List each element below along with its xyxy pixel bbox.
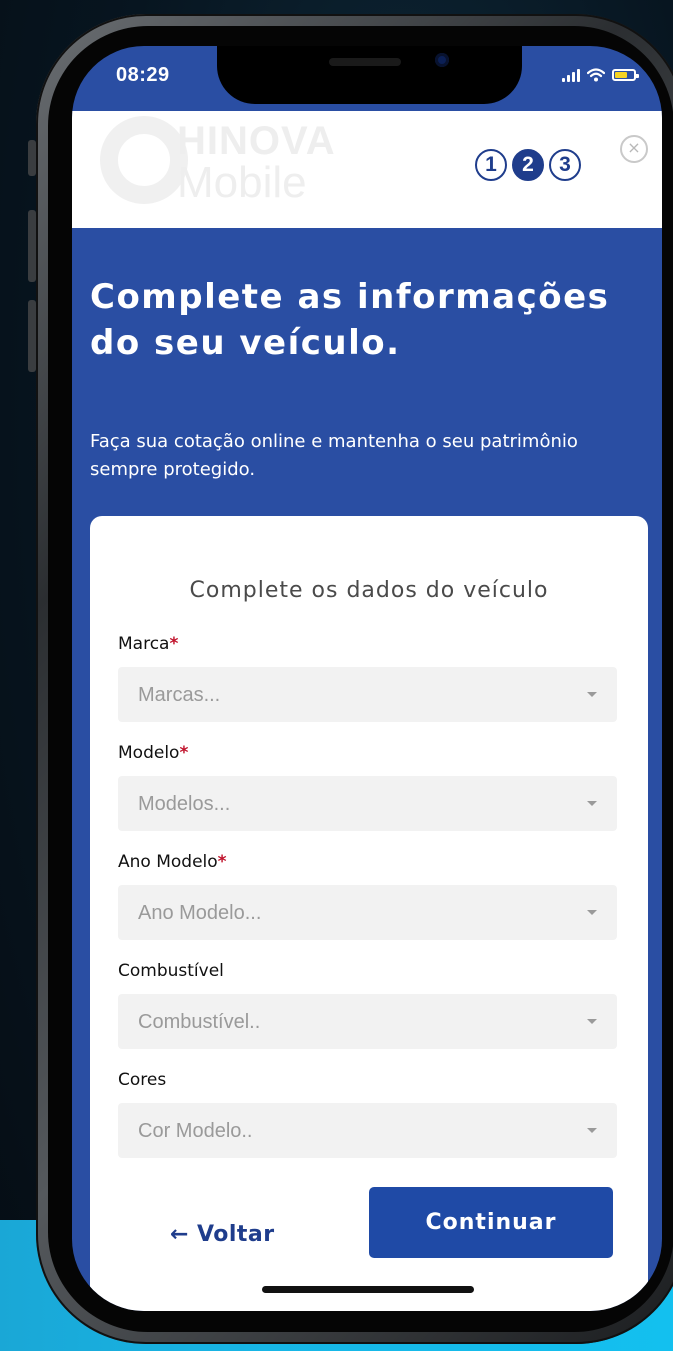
ano-modelo-placeholder: Ano Modelo... bbox=[138, 902, 262, 924]
required-mark: * bbox=[217, 852, 227, 872]
chevron-down-icon bbox=[587, 1128, 597, 1133]
signal-icon bbox=[562, 68, 580, 82]
volume-down-button bbox=[28, 300, 36, 372]
cores-placeholder: Cor Modelo.. bbox=[138, 1120, 253, 1142]
chevron-down-icon bbox=[587, 910, 597, 915]
combustivel-label: Combustível bbox=[118, 961, 224, 981]
wifi-icon bbox=[587, 68, 605, 82]
status-icons bbox=[562, 68, 639, 82]
page-subtitle: Faça sua cotação online e mantenha o seu… bbox=[90, 431, 578, 480]
home-indicator bbox=[262, 1286, 474, 1293]
modelo-label: Modelo* bbox=[118, 743, 188, 763]
ano-modelo-label: Ano Modelo* bbox=[118, 852, 227, 872]
cores-select[interactable]: Cor Modelo.. bbox=[118, 1103, 617, 1158]
modelo-label-text: Modelo bbox=[118, 743, 180, 763]
speaker bbox=[329, 58, 401, 66]
notch bbox=[217, 46, 522, 104]
marca-placeholder: Marcas... bbox=[138, 684, 221, 706]
back-button[interactable]: ← Voltar bbox=[170, 1204, 310, 1264]
logo-line2: Mobile bbox=[177, 158, 307, 207]
chevron-down-icon bbox=[587, 692, 597, 697]
arrow-left-icon: ← bbox=[170, 1221, 189, 1247]
back-button-label: Voltar bbox=[196, 1221, 275, 1247]
chevron-down-icon bbox=[587, 801, 597, 806]
marca-label-text: Marca bbox=[118, 634, 170, 654]
combustivel-select[interactable]: Combustível.. bbox=[118, 994, 617, 1049]
cores-label: Cores bbox=[118, 1070, 167, 1090]
step-1: 1 bbox=[475, 149, 507, 181]
volume-up-button bbox=[28, 210, 36, 282]
close-button[interactable]: × bbox=[620, 135, 648, 163]
phone-screen: 08:29 HINOVA Mobile 1 2 3 × Complete as … bbox=[72, 46, 662, 1311]
status-time: 08:29 bbox=[116, 64, 170, 86]
page-title: Complete as informações do seu veículo. bbox=[90, 277, 610, 363]
continue-button[interactable]: Continuar bbox=[369, 1187, 613, 1258]
combustivel-placeholder: Combustível.. bbox=[138, 1011, 261, 1033]
logo: HINOVA Mobile bbox=[177, 121, 336, 205]
camera bbox=[435, 53, 449, 67]
mute-switch bbox=[28, 140, 36, 176]
step-2-active: 2 bbox=[512, 149, 544, 181]
required-mark: * bbox=[169, 634, 179, 654]
chevron-down-icon bbox=[587, 1019, 597, 1024]
step-indicator: 1 2 3 bbox=[475, 149, 581, 181]
logo-line1: HINOVA bbox=[177, 119, 336, 163]
logo-icon bbox=[100, 116, 188, 204]
form-title: Complete os dados do veículo bbox=[189, 578, 549, 603]
step-3: 3 bbox=[549, 149, 581, 181]
form-card: Complete os dados do veículo Marca* Marc… bbox=[90, 516, 648, 1311]
required-mark: * bbox=[179, 743, 189, 763]
marca-label: Marca* bbox=[118, 634, 178, 654]
ano-modelo-select[interactable]: Ano Modelo... bbox=[118, 885, 617, 940]
modelo-placeholder: Modelos... bbox=[138, 793, 231, 815]
ano-modelo-label-text: Ano Modelo bbox=[118, 852, 218, 872]
app-header: HINOVA Mobile 1 2 3 × bbox=[72, 111, 662, 228]
modelo-select[interactable]: Modelos... bbox=[118, 776, 617, 831]
marca-select[interactable]: Marcas... bbox=[118, 667, 617, 722]
battery-icon bbox=[612, 69, 639, 81]
